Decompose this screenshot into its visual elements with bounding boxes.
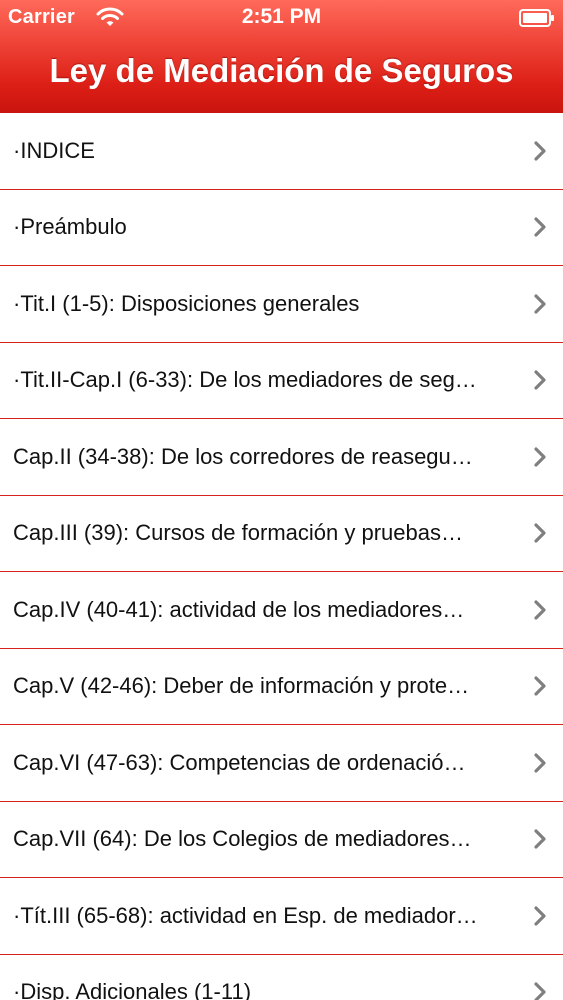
battery-icon — [519, 9, 554, 27]
list-item-label: ·Preámbulo — [13, 214, 127, 240]
list-item-label: ·Tit.II-Cap.I (6-33): De los mediadores … — [13, 367, 477, 393]
chevron-right-icon — [534, 370, 546, 390]
chevron-right-icon — [534, 217, 546, 237]
list-item-label: ·Disp. Adicionales (1-11) — [13, 979, 252, 1000]
chevron-right-icon — [534, 829, 546, 849]
chevron-right-icon — [534, 753, 546, 773]
list-item[interactable]: Cap.V (42-46): Deber de información y pr… — [0, 648, 563, 725]
chevron-right-icon — [534, 294, 546, 314]
list-item[interactable]: ·Disp. Adicionales (1-11) — [0, 954, 563, 1000]
list-item-label: Cap.II (34-38): De los corredores de rea… — [13, 443, 473, 469]
list-item[interactable]: Cap.VI (47-63): Competencias de ordenaci… — [0, 725, 563, 802]
list-item[interactable]: ·Tit.I (1-5): Disposiciones generales — [0, 266, 563, 343]
list-item-label: Cap.V (42-46): Deber de información y pr… — [13, 673, 470, 699]
app-screen: Carrier 2:51 PM Ley de Mediación de Segu… — [0, 0, 563, 1000]
page-title: Ley de Mediación de Seguros — [49, 52, 514, 89]
list-item-label: Cap.IV (40-41): actividad de los mediado… — [13, 596, 465, 622]
list-item-label: ·INDICE — [13, 137, 95, 163]
clock: 2:51 PM — [241, 5, 322, 28]
list-item[interactable]: ·Tit.II-Cap.I (6-33): De los mediadores … — [0, 342, 563, 419]
list-item-label: ·Tít.III (65-68): actividad en Esp. de m… — [13, 902, 478, 928]
list-item[interactable]: Cap.II (34-38): De los corredores de rea… — [0, 419, 563, 496]
list-item[interactable]: ·Preámbulo — [0, 189, 563, 266]
list-item-label: Cap.VII (64): De los Colegios de mediado… — [13, 826, 472, 852]
chevron-right-icon — [534, 447, 546, 467]
list-item-label: Cap.III (39): Cursos de formación y prue… — [13, 520, 463, 546]
chevron-right-icon — [534, 676, 546, 696]
chevron-right-icon — [534, 982, 546, 1000]
list-item[interactable]: ·INDICE — [0, 113, 563, 190]
list-item[interactable]: Cap.III (39): Cursos de formación y prue… — [0, 495, 563, 572]
navigation-bar: Carrier 2:51 PM Ley de Mediación de Segu… — [0, 0, 563, 114]
list-item-label: Cap.VI (47-63): Competencias de ordenaci… — [13, 749, 466, 775]
list-item-label: ·Tit.I (1-5): Disposiciones generales — [13, 290, 360, 316]
chevron-right-icon — [534, 600, 546, 620]
status-bar: Carrier 2:51 PM — [0, 0, 563, 36]
list-item[interactable]: Cap.IV (40-41): actividad de los mediado… — [0, 572, 563, 649]
list-item[interactable]: ·Tít.III (65-68): actividad en Esp. de m… — [0, 878, 563, 955]
list-item[interactable]: Cap.VII (64): De los Colegios de mediado… — [0, 801, 563, 878]
chevron-right-icon — [534, 523, 546, 543]
chevron-right-icon — [534, 141, 546, 161]
table-of-contents-list: ·INDICE ·Preámbulo ·Tit.I (1-5): Disposici… — [0, 113, 563, 1000]
chevron-right-icon — [534, 906, 546, 926]
